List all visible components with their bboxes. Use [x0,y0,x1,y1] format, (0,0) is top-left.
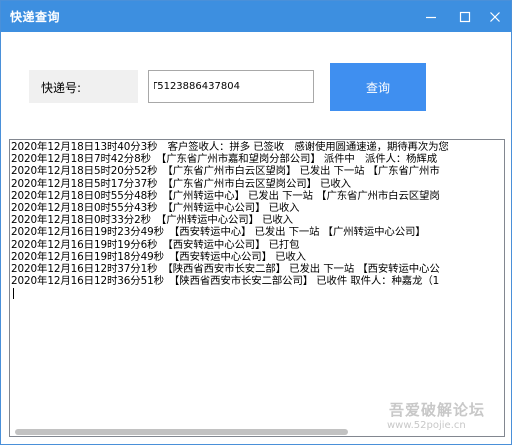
result-line: 2020年12月18日7时42分8秒 【广东省广州市嘉和望岗分部公司】 派件中 … [11,153,438,166]
result-line: 2020年12月18日0时55分43秒 【广州转运中心公司】 已收入 [11,201,300,214]
tracking-label-box: 快递号: [29,70,138,103]
maximize-icon [459,11,471,22]
result-line: 2020年12月16日12时37分1秒 【陕西省西安市长安二部】 已发出 下一站… [11,262,440,275]
result-line: 2020年12月18日0时33分2秒 【广州转运中心公司】 已收入 [11,214,293,227]
window-title: 快递查询 [10,10,61,24]
title-bar[interactable]: 快递查询 [1,1,511,32]
watermark-logo: 吾爱破解论坛 [389,401,486,419]
tracking-number-input[interactable] [148,70,314,103]
result-line: 2020年12月16日19时18分49秒 【西安转运中心公司】 已收入 [11,250,306,263]
query-button[interactable]: 查询 [330,63,426,111]
result-line: 2020年12月16日19时19分6秒 【西安转运中心公司】 已打包 [11,238,300,251]
result-line: 2020年12月16日12时36分51秒 【陕西省西安市长安二部公司】 已收件 … [11,275,440,288]
result-lines: 2020年12月18日13时40分3秒 客户签收人：拼多 已签收 感谢使用圆通速… [11,141,498,287]
minimize-button[interactable] [415,1,447,32]
result-line: 2020年12月18日13时40分3秒 客户签收人：拼多 已签收 感谢使用圆通速… [11,141,449,153]
result-line: 2020年12月18日5时20分52秒 【广东省广州市白云区望岗】 已发出 下一… [11,165,440,178]
minimize-icon [426,16,436,18]
close-button[interactable] [479,1,511,32]
result-line: 2020年12月16日19时23分49秒 【西安转运中心】 已发出 下一站 【广… [11,226,426,239]
vertical-scrollbar[interactable] [497,140,504,427]
maximize-button[interactable] [449,1,481,32]
result-textarea[interactable]: 2020年12月18日13时40分3秒 客户签收人：拼多 已签收 感谢使用圆通速… [9,139,505,437]
text-caret [13,288,14,299]
result-line: 2020年12月18日5时17分37秒 【广东省广州市白云区望岗公司】 已收入 [11,177,351,190]
tracking-label: 快递号: [41,81,82,95]
horizontal-scroll-thumb[interactable] [15,429,348,435]
app-window: 快递查询 快递号: 查询 2020年12月18日13时40分3秒 客户签收人：拼… [0,0,512,445]
result-line: 2020年12月18日0时55分48秒 【广州转运中心】 已发出 下一站 【广东… [11,189,440,202]
watermark-url: www.52pojie.cn [387,420,466,431]
close-icon [490,11,500,22]
